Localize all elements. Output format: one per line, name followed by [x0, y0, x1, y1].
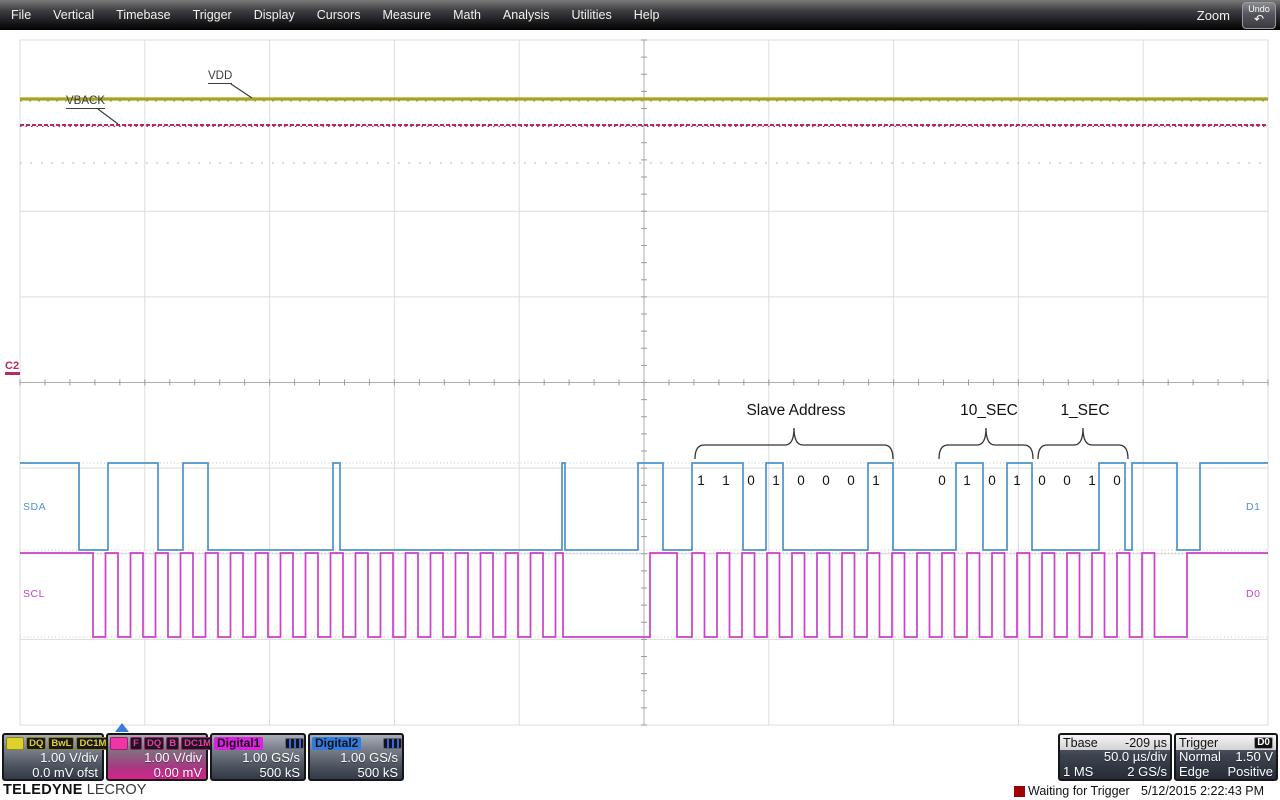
vback-trace-label: VBACK: [66, 95, 105, 109]
bus-icon: [285, 738, 304, 749]
c1-badge-coupling: DC1M: [76, 737, 109, 750]
bit-value: 1: [689, 473, 713, 488]
menu-item-vertical[interactable]: Vertical: [42, 8, 105, 22]
trigger-position-marker-icon[interactable]: [115, 723, 129, 732]
c2-marker-label: C2: [5, 360, 19, 372]
trigger-mode: Normal: [1179, 750, 1221, 765]
waveform-display: [0, 0, 1280, 800]
c2-badge-row: C2 F DQ B DC1M: [110, 737, 214, 750]
undo-arrow-icon: ↶: [1243, 14, 1275, 25]
menu-item-trigger[interactable]: Trigger: [182, 8, 243, 22]
channel-c1-descriptor[interactable]: C1 DQ BwL DC1M 1.00 V/div 0.0 mV ofst: [2, 733, 104, 781]
trigger-type: Edge: [1179, 765, 1209, 780]
sample-rate: 2 GS/s: [1127, 765, 1167, 780]
c2-channel-marker: C2: [5, 360, 20, 375]
menu-item-utilities[interactable]: Utilities: [560, 8, 622, 22]
bit-value: 1: [955, 473, 979, 488]
c2-badge-dq: DQ: [144, 737, 164, 750]
vdd-leader-line: [231, 84, 252, 98]
acquisition-status: Waiting for Trigger: [1014, 784, 1130, 798]
channel-digital2-descriptor[interactable]: Digital2 1.00 GS/s 500 kS: [308, 733, 404, 781]
digital1-sample-rate: 1.00 GS/s: [242, 750, 300, 765]
trigger-source-badge: D0: [1254, 737, 1273, 749]
annotation-brace: [695, 428, 893, 459]
channel-c2-descriptor[interactable]: C2 F DQ B DC1M 1.00 V/div 0.00 mV: [106, 733, 208, 781]
digital2-samples: 500 kS: [358, 765, 398, 780]
trigger-title: Trigger: [1179, 736, 1218, 750]
trigger-slope: Positive: [1227, 765, 1273, 780]
time-per-div: 50.0 µs/div: [1104, 750, 1167, 765]
trigger-level: 1.50 V: [1235, 750, 1273, 765]
menu-item-display[interactable]: Display: [243, 8, 306, 22]
menu-item-math[interactable]: Math: [442, 8, 492, 22]
c2-marker-bar: [5, 372, 20, 375]
bit-value: 0: [814, 473, 838, 488]
trigger-status-led-icon: [1014, 786, 1025, 797]
c2-volts-per-div: 1.00 V/div: [144, 750, 202, 765]
digital1-header: Digital1: [214, 737, 304, 750]
annotation-brace: [1038, 428, 1128, 459]
menu-item-timebase[interactable]: Timebase: [105, 8, 181, 22]
bit-value: 0: [739, 473, 763, 488]
menu-item-measure[interactable]: Measure: [371, 8, 442, 22]
digital2-header: Digital2: [312, 737, 402, 750]
scl-bus-label: SCL: [23, 588, 45, 600]
c2-name-badge: C2: [110, 737, 128, 750]
datetime-display: 5/12/2015 2:22:43 PM: [1141, 784, 1264, 798]
menu-item-cursors[interactable]: Cursors: [306, 8, 372, 22]
c1-badge-row: C1 DQ BwL DC1M: [6, 737, 109, 750]
sda-bus-label: SDA: [23, 501, 46, 513]
c1-volts-per-div: 1.00 V/div: [40, 750, 98, 765]
timebase-title: Tbase: [1063, 736, 1098, 750]
annotation-label: 10_SEC: [960, 402, 1018, 420]
menu-item-file[interactable]: File: [0, 8, 42, 22]
bit-value: 0: [789, 473, 813, 488]
digital1-name: Digital1: [214, 737, 263, 750]
bus-icon: [383, 738, 402, 749]
undo-button[interactable]: Undo ↶: [1242, 2, 1276, 29]
c2-badge-f: F: [130, 737, 142, 750]
teledyne-lecroy-logo: TELEDYNELECROY: [3, 782, 146, 798]
c1-name-badge: C1: [6, 737, 24, 750]
memory-samples: 1 MS: [1063, 765, 1093, 780]
bit-value: 1: [1005, 473, 1029, 488]
bit-value: 1: [1080, 473, 1104, 488]
annotation-label: 1_SEC: [1060, 402, 1109, 420]
vdd-trace-label: VDD: [208, 70, 232, 84]
acquisition-status-text: Waiting for Trigger: [1028, 784, 1130, 798]
c2-badge-b: B: [166, 737, 179, 750]
c1-offset: 0.0 mV ofst: [32, 765, 98, 780]
bit-value: 0: [1105, 473, 1129, 488]
channel-digital1-descriptor[interactable]: Digital1 1.00 GS/s 500 kS: [210, 733, 306, 781]
menu-bar: FileVerticalTimebaseTriggerDisplayCursor…: [0, 0, 1280, 30]
bit-value: 0: [1055, 473, 1079, 488]
menu-items: FileVerticalTimebaseTriggerDisplayCursor…: [0, 6, 670, 24]
c1-badge-bwl: BwL: [48, 737, 74, 750]
digital2-sample-rate: 1.00 GS/s: [340, 750, 398, 765]
menu-item-help[interactable]: Help: [623, 8, 671, 22]
logo-sub: LECROY: [87, 782, 147, 798]
c1-badge-dq: DQ: [26, 737, 46, 750]
c2-offset: 0.00 mV: [154, 765, 202, 780]
trigger-descriptor[interactable]: Trigger D0 Normal 1.50 V Edge Positive: [1174, 733, 1278, 781]
vback-leader-line: [98, 109, 118, 124]
bit-value: 0: [1030, 473, 1054, 488]
d0-line-label: D0: [1246, 588, 1260, 600]
menu-bar-right: Zoom Undo ↶: [1197, 0, 1276, 30]
bit-value: 1: [714, 473, 738, 488]
logo-brand: TELEDYNE: [3, 782, 83, 798]
zoom-menu-label[interactable]: Zoom: [1197, 8, 1230, 23]
bit-value: 1: [864, 473, 888, 488]
bit-value: 0: [839, 473, 863, 488]
digital2-name: Digital2: [312, 737, 361, 750]
bit-value: 1: [764, 473, 788, 488]
digital1-samples: 500 kS: [260, 765, 300, 780]
bit-value: 0: [930, 473, 954, 488]
annotation-label: Slave Address: [746, 402, 845, 420]
timebase-descriptor[interactable]: Tbase -209 µs 50.0 µs/div 1 MS 2 GS/s: [1058, 733, 1172, 781]
timebase-delay: -209 µs: [1125, 736, 1167, 750]
menu-item-analysis[interactable]: Analysis: [492, 8, 561, 22]
bit-value: 0: [980, 473, 1004, 488]
d1-line-label: D1: [1246, 501, 1260, 513]
